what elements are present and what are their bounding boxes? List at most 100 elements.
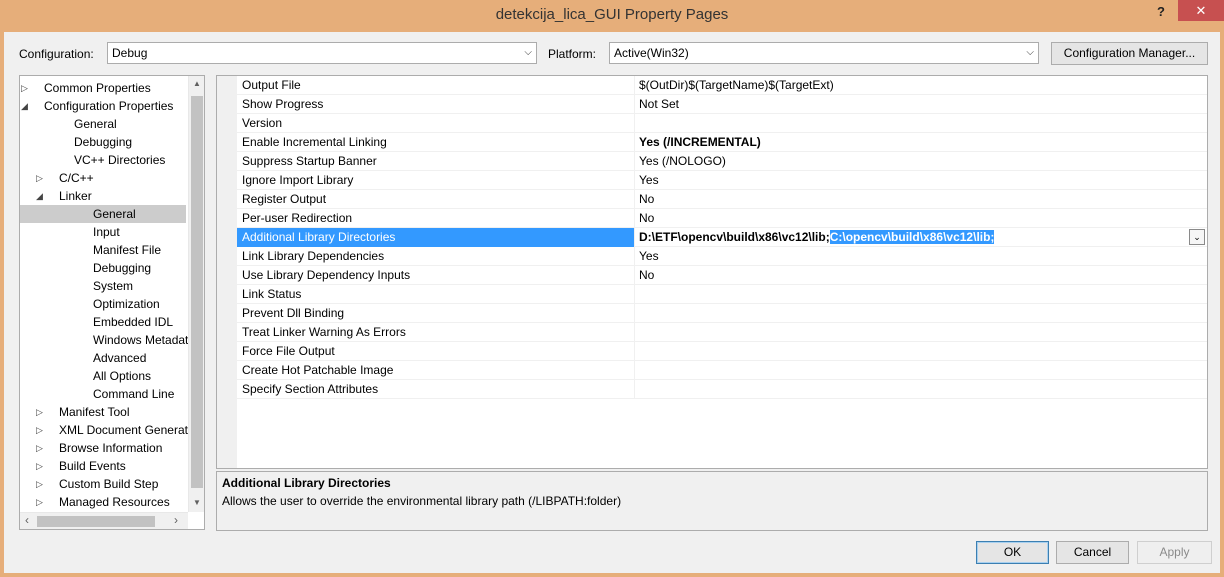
tree-item[interactable]: VC++ Directories [20, 151, 186, 169]
property-row[interactable]: Link Status [237, 285, 1207, 304]
scroll-down-icon[interactable]: ▼ [193, 498, 201, 507]
collapse-arrow-icon[interactable]: ◢ [21, 97, 28, 115]
tree-horizontal-scrollbar[interactable]: ‹ › [20, 512, 188, 529]
property-value[interactable]: No [635, 266, 1207, 285]
property-value[interactable] [635, 361, 1207, 380]
tree-item-label: Browse Information [59, 441, 163, 455]
tree-item-label: XML Document Generator [59, 423, 199, 437]
property-row[interactable]: Version [237, 114, 1207, 133]
configuration-manager-button[interactable]: Configuration Manager... [1051, 42, 1208, 65]
property-row[interactable]: Suppress Startup Banner Yes (/NOLOGO) [237, 152, 1207, 171]
configuration-select[interactable]: Debug ⌵ [107, 42, 537, 64]
tree-item[interactable]: Optimization [20, 295, 186, 313]
tree-item-label: Windows Metadata [93, 333, 196, 347]
tree-item[interactable]: Input [20, 223, 186, 241]
tree-item[interactable]: All Options [20, 367, 186, 385]
property-row[interactable]: Enable Incremental Linking Yes (/INCREMEN… [237, 133, 1207, 152]
property-value[interactable]: Yes [635, 171, 1207, 190]
expand-arrow-icon[interactable]: ▷ [36, 493, 43, 511]
property-value[interactable]: D:\ETF\opencv\build\x86\vc12\lib;C:\open… [635, 228, 1207, 247]
property-row[interactable]: Use Library Dependency Inputs No [237, 266, 1207, 285]
property-row[interactable]: Show Progress Not Set [237, 95, 1207, 114]
property-row[interactable]: Create Hot Patchable Image [237, 361, 1207, 380]
chevron-down-icon[interactable]: ⌄ [1189, 229, 1205, 245]
tree-item[interactable]: Manifest File [20, 241, 186, 259]
property-value[interactable] [635, 380, 1207, 399]
property-value[interactable] [635, 285, 1207, 304]
property-value[interactable]: Yes [635, 247, 1207, 266]
property-row[interactable]: Prevent Dll Binding [237, 304, 1207, 323]
tree-item[interactable]: General [20, 115, 186, 133]
property-value-text: Yes [639, 249, 659, 263]
selected-value-text[interactable]: C:\opencv\build\x86\vc12\lib; [828, 229, 996, 245]
close-button[interactable]: ✕ [1178, 0, 1224, 21]
expand-arrow-icon[interactable]: ▷ [36, 421, 43, 439]
tree-item[interactable]: ▷ Browse Information [20, 439, 186, 457]
apply-button[interactable]: Apply [1137, 541, 1212, 564]
tree-item[interactable]: General [20, 205, 186, 223]
tree-item[interactable]: Advanced [20, 349, 186, 367]
title-bar[interactable]: detekcija_lica_GUI Property Pages ? ✕ [0, 0, 1224, 32]
ok-button[interactable]: OK [976, 541, 1049, 564]
tree-item[interactable]: ▷ C/C++ [20, 169, 186, 187]
tree-item[interactable]: Windows Metadata [20, 331, 195, 349]
property-row[interactable]: Register Output No [237, 190, 1207, 209]
cancel-button[interactable]: Cancel [1056, 541, 1129, 564]
property-row[interactable]: Output File $(OutDir)$(TargetName)$(Targe… [237, 76, 1207, 95]
tree-item[interactable]: ▷ Common Properties [20, 79, 186, 97]
property-value[interactable] [635, 114, 1207, 133]
property-row[interactable]: Ignore Import Library Yes [237, 171, 1207, 190]
expand-arrow-icon[interactable]: ▷ [36, 439, 43, 457]
property-name: Register Output [237, 190, 635, 209]
property-value[interactable]: Yes (/NOLOGO) [635, 152, 1207, 171]
tree-item[interactable]: ▷ Manifest Tool [20, 403, 186, 421]
tree-item[interactable]: Debugging [20, 133, 186, 151]
tree-item[interactable]: ▷ Managed Resources [20, 493, 186, 511]
property-row[interactable]: Link Library Dependencies Yes [237, 247, 1207, 266]
tree-item[interactable]: Debugging [20, 259, 186, 277]
scroll-up-icon[interactable]: ▲ [193, 79, 201, 88]
scrollbar-thumb[interactable] [191, 96, 203, 488]
property-row[interactable]: Force File Output [237, 342, 1207, 361]
scroll-left-icon[interactable]: ‹ [25, 513, 29, 527]
property-value[interactable]: No [635, 190, 1207, 209]
scrollbar-thumb[interactable] [37, 516, 155, 527]
platform-select[interactable]: Active(Win32) ⌵ [609, 42, 1039, 64]
platform-label: Platform: [548, 47, 597, 61]
tree-item[interactable]: ▷ XML Document Generator [20, 421, 199, 439]
property-value[interactable]: Not Set [635, 95, 1207, 114]
tree-item-label: Manifest File [93, 243, 162, 257]
tree-item[interactable]: Command Line [20, 385, 186, 403]
property-value-text: Yes (/INCREMENTAL) [639, 135, 761, 149]
property-value[interactable] [635, 323, 1207, 342]
expand-arrow-icon[interactable]: ▷ [36, 169, 43, 187]
property-grid[interactable]: Output File $(OutDir)$(TargetName)$(Targe… [216, 75, 1208, 469]
property-row[interactable]: Per-user Redirection No [237, 209, 1207, 228]
property-value[interactable]: $(OutDir)$(TargetName)$(TargetExt) [635, 76, 1207, 95]
expand-arrow-icon[interactable]: ▷ [21, 79, 28, 97]
collapse-arrow-icon[interactable]: ◢ [36, 187, 43, 205]
property-row[interactable]: Treat Linker Warning As Errors [237, 323, 1207, 342]
property-name: Create Hot Patchable Image [237, 361, 635, 380]
tree-item-label: C/C++ [59, 171, 94, 185]
expand-arrow-icon[interactable]: ▷ [36, 403, 43, 421]
property-value[interactable]: No [635, 209, 1207, 228]
tree-item[interactable]: Embedded IDL [20, 313, 186, 331]
property-tree[interactable]: ▷ Common Properties ◢ Configuration Propert… [19, 75, 205, 530]
tree-item[interactable]: ▷ Build Events [20, 457, 186, 475]
property-row[interactable]: Additional Library Directories D:\ETF\ope… [237, 228, 1207, 247]
tree-item[interactable]: ▷ Custom Build Step [20, 475, 186, 493]
scroll-right-icon[interactable]: › [174, 513, 178, 527]
expand-arrow-icon[interactable]: ▷ [36, 457, 43, 475]
tree-item[interactable]: ◢ Configuration Properties [20, 97, 186, 115]
property-value[interactable] [635, 304, 1207, 323]
tree-item[interactable]: ◢ Linker [20, 187, 186, 205]
expand-arrow-icon[interactable]: ▷ [36, 475, 43, 493]
property-value[interactable] [635, 342, 1207, 361]
property-value[interactable]: Yes (/INCREMENTAL) [635, 133, 1207, 152]
tree-item[interactable]: System [20, 277, 186, 295]
property-row[interactable]: Specify Section Attributes [237, 380, 1207, 399]
tree-vertical-scrollbar[interactable]: ▲ ▼ [188, 76, 204, 512]
property-value-text: No [639, 268, 655, 282]
help-button[interactable]: ? [1150, 2, 1172, 22]
